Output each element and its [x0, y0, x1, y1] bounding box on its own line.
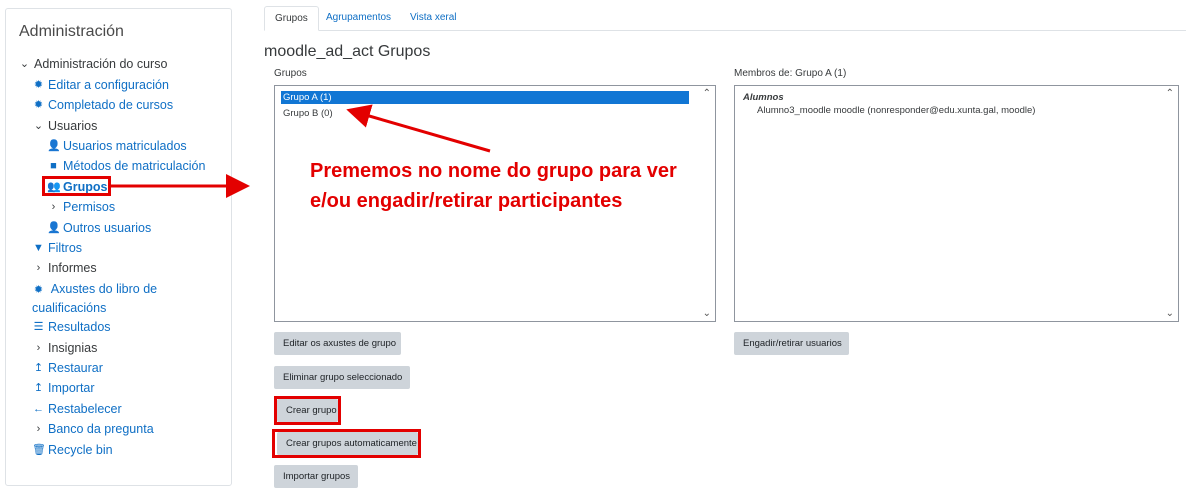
- arrow-to-group-option: [346, 104, 491, 153]
- annotation-arrows: [111, 104, 491, 198]
